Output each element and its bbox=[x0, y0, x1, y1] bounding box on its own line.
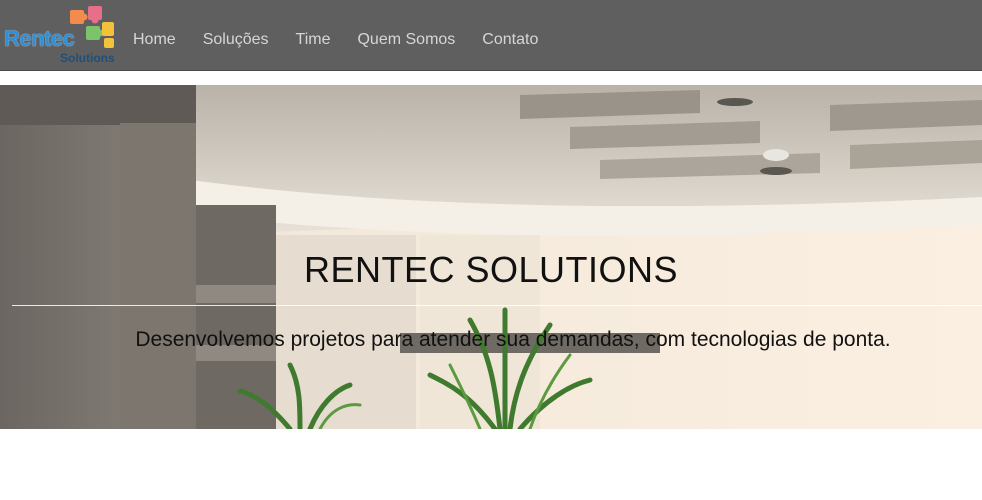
nav-link-contato[interactable]: Contato bbox=[482, 31, 538, 49]
brand-logo[interactable]: Rentec Solutions bbox=[4, 4, 116, 66]
nav-link-solucoes[interactable]: Soluções bbox=[203, 31, 269, 49]
hero-subtitle: Desenvolvemos projetos para atender sua … bbox=[135, 328, 891, 351]
brand-name: Rentec bbox=[4, 26, 75, 51]
nav-link-quem-somos[interactable]: Quem Somos bbox=[357, 31, 455, 49]
nav-link-time[interactable]: Time bbox=[296, 31, 331, 49]
nav-link-home[interactable]: Home bbox=[133, 31, 176, 49]
hero-banner: RENTEC SOLUTIONS Desenvolvemos projetos … bbox=[0, 85, 982, 429]
brand-tagline: Solutions bbox=[60, 51, 115, 65]
main-nav: Home Soluções Time Quem Somos Contato bbox=[133, 31, 565, 49]
top-navbar: Rentec Solutions Home Soluções Time Quem… bbox=[0, 0, 982, 71]
hero-title: RENTEC SOLUTIONS bbox=[303, 249, 679, 290]
hero-divider bbox=[12, 305, 982, 306]
